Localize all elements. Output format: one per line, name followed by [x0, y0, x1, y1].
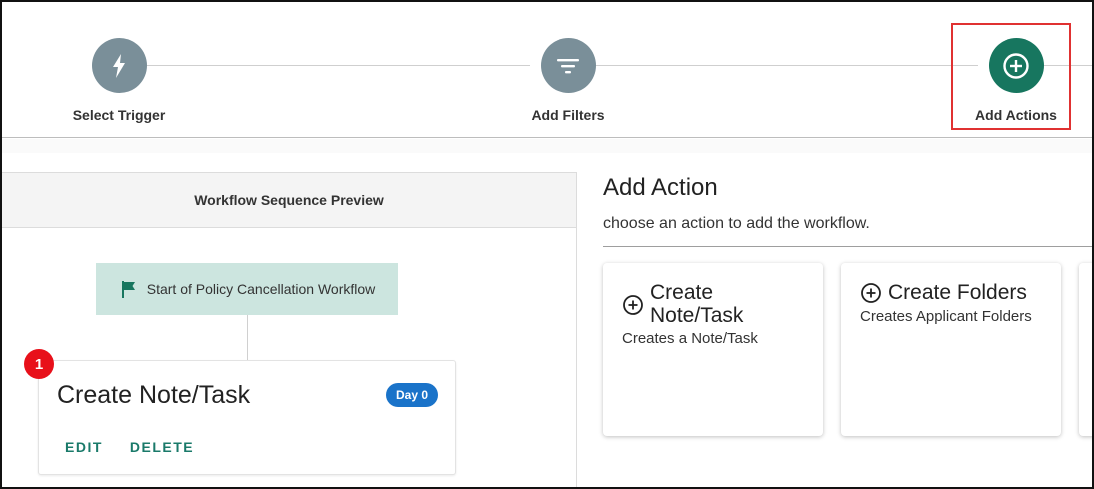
step-label: Select Trigger — [72, 107, 166, 123]
start-node: Start of Policy Cancellation Workflow — [96, 263, 398, 315]
add-circle-icon — [623, 295, 643, 315]
active-step-highlight — [951, 23, 1071, 130]
step-label: Add Filters — [531, 107, 605, 123]
workflow-builder-window: Select Trigger Add Filters Add Actions W… — [0, 0, 1094, 489]
workflow-stepper: Select Trigger Add Filters Add Actions — [2, 18, 1092, 138]
add-action-title: Add Action — [603, 174, 718, 201]
sequence-number-badge: 1 — [24, 349, 54, 379]
option-header: Create Note/Task — [622, 281, 743, 327]
add-action-subtitle: choose an action to add the workflow. — [603, 215, 870, 232]
option-header: Create Folders — [860, 281, 1027, 304]
workflow-sequence-preview: Workflow Sequence Preview Start of Polic… — [2, 172, 577, 487]
option-title: Create Folders — [888, 281, 1027, 304]
flag-icon — [121, 281, 135, 298]
add-circle-icon — [861, 283, 881, 303]
section-spacer — [2, 139, 1092, 153]
delete-button[interactable]: DELETE — [130, 439, 194, 455]
step-circle — [540, 38, 596, 93]
option-create-folders[interactable]: Create Folders Creates Applicant Folders — [841, 263, 1061, 436]
option-description: Creates Applicant Folders — [860, 308, 1032, 325]
step-select-trigger[interactable]: Select Trigger — [39, 38, 199, 123]
day-chip: Day 0 — [386, 383, 438, 407]
edit-button[interactable]: EDIT — [65, 439, 103, 455]
start-node-label: Start of Policy Cancellation Workflow — [146, 281, 376, 297]
action-card-title: Create Note/Task — [57, 381, 251, 409]
step-add-filters[interactable]: Add Filters — [488, 38, 648, 123]
lightning-bolt-icon — [113, 53, 125, 78]
sequence-connector — [247, 315, 248, 360]
preview-header: Workflow Sequence Preview — [2, 172, 576, 228]
divider — [603, 246, 1092, 247]
action-card-actions: EDIT DELETE — [65, 439, 194, 455]
option-title: Create Note/Task — [650, 281, 744, 327]
sequence-action-card: Create Note/Task Day 0 EDIT DELETE — [38, 360, 456, 475]
step-circle — [91, 38, 147, 93]
option-card-partial[interactable] — [1079, 263, 1092, 436]
add-action-panel: Add Action choose an action to add the w… — [578, 154, 1092, 487]
filter-icon — [557, 58, 579, 73]
option-create-note-task[interactable]: Create Note/Task Creates a Note/Task — [603, 263, 823, 436]
option-description: Creates a Note/Task — [622, 330, 758, 347]
